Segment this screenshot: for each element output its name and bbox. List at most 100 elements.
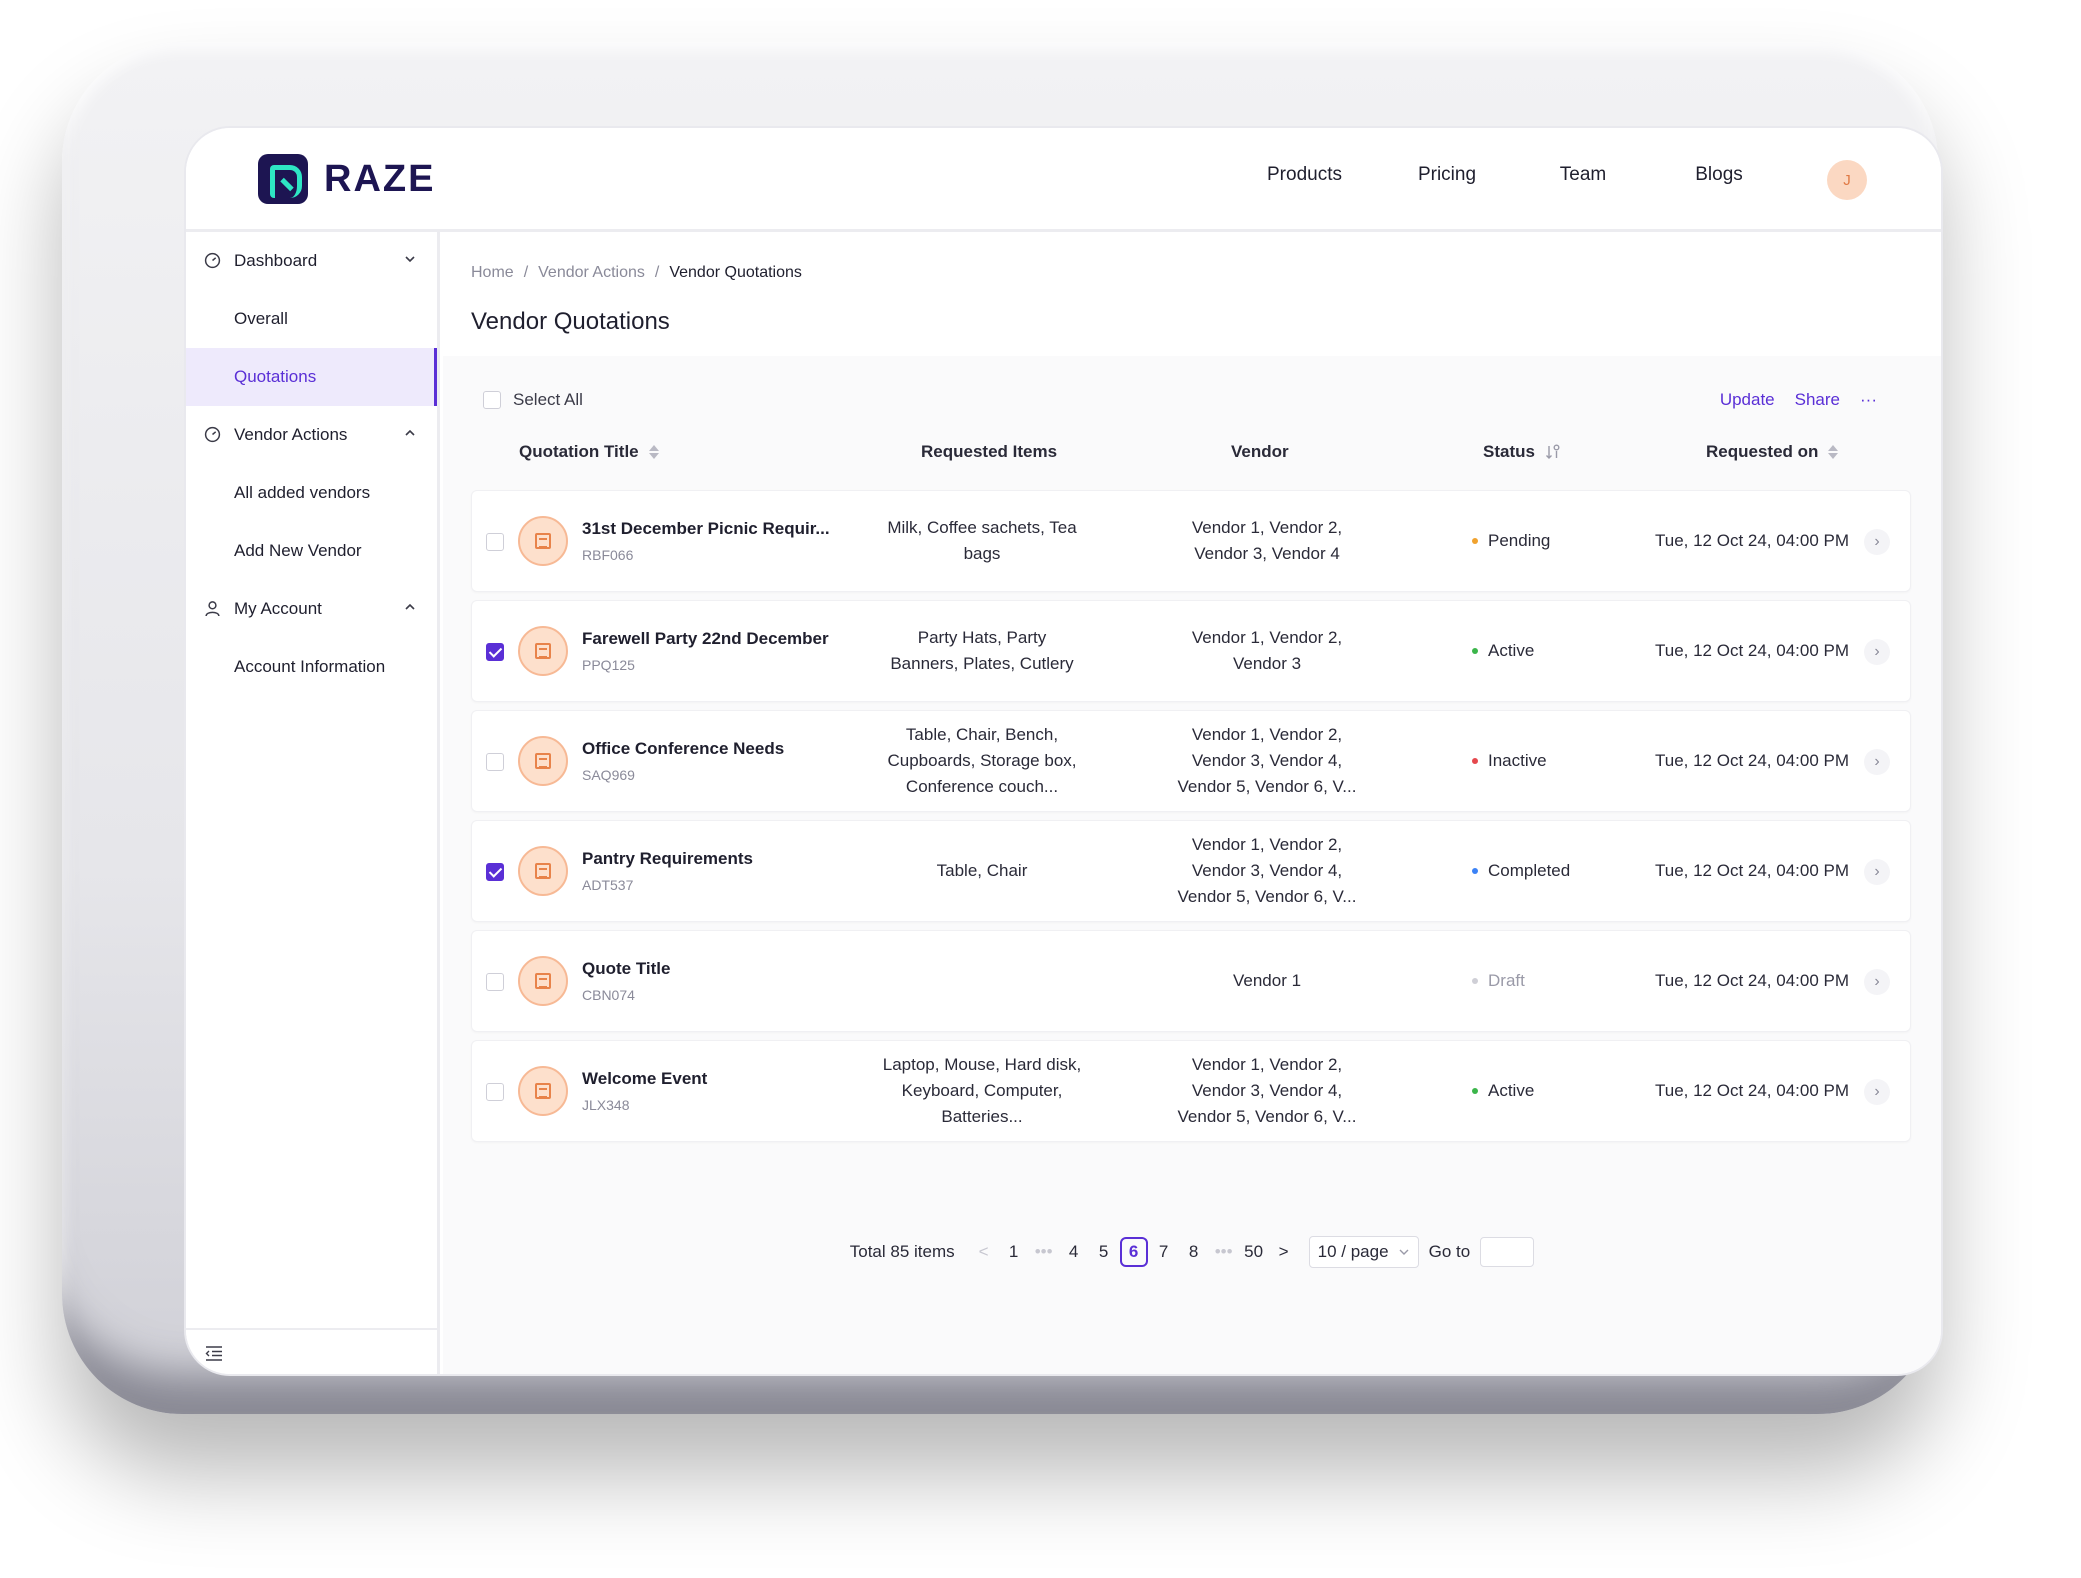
pagination-page[interactable]: 1 [1000, 1237, 1028, 1267]
requested-items-text: Table, Chair, Bench, Cupboards, Storage … [887, 725, 1077, 796]
goto-label: Go to [1428, 1242, 1471, 1261]
chevron-right-icon[interactable]: › [1864, 859, 1890, 885]
pagination-total: Total 85 items [849, 1242, 955, 1261]
sidebar-item-account-information[interactable]: Account Information [186, 638, 437, 696]
quotation-code: SAQ969 [582, 767, 635, 783]
sidebar-item-add-new-vendor[interactable]: Add New Vendor [186, 522, 437, 580]
status-badge: Active [1472, 601, 1632, 701]
chevron-up-icon[interactable] [403, 426, 417, 440]
pagination-page[interactable]: 8 [1180, 1237, 1208, 1267]
status-label: Active [1488, 1081, 1535, 1100]
breadcrumb-vendor-actions[interactable]: Vendor Actions [538, 264, 645, 282]
sidebar-item-label: Vendor Actions [234, 425, 348, 444]
row-checkbox[interactable] [486, 643, 504, 661]
quotation-avatar [518, 846, 568, 896]
row-checkbox[interactable] [486, 533, 504, 551]
table-row[interactable]: Welcome Event JLX348 Laptop, Mouse, Hard d… [471, 1040, 1911, 1142]
document-icon [535, 1083, 551, 1099]
column-header-title[interactable]: Quotation Title [519, 442, 659, 462]
sidebar: Dashboard Overall Quotations Vendor Acti… [186, 232, 440, 1374]
user-avatar[interactable]: J [1827, 160, 1867, 200]
pagination-next-button[interactable]: > [1270, 1237, 1298, 1267]
row-checkbox[interactable] [486, 1083, 504, 1101]
vendor-list: Vendor 1, Vendor 2, Vendor 3, Vendor 4, … [1132, 1041, 1402, 1141]
column-header-status[interactable]: Status [1483, 442, 1561, 462]
vendor-list: Vendor 1 [1132, 931, 1402, 1031]
pagination-page[interactable]: 50 [1240, 1237, 1268, 1267]
quotation-avatar [518, 516, 568, 566]
sidebar-item-vendor-actions[interactable]: Vendor Actions [186, 406, 437, 464]
sidebar-item-quotations[interactable]: Quotations [186, 348, 437, 406]
status-badge: Completed [1472, 821, 1632, 921]
sidebar-item-label: Account Information [234, 657, 386, 676]
column-header-date[interactable]: Requested on [1706, 442, 1839, 462]
chevron-right-icon[interactable]: › [1864, 639, 1890, 665]
logo-icon [258, 154, 308, 204]
pagination-pages: 1 ••• 4 5 6 7 8 ••• 50 [999, 1237, 1269, 1267]
table-row[interactable]: 31st December Picnic Requir... RBF066 Milk… [471, 490, 1911, 592]
vendor-list: Vendor 1, Vendor 2, Vendor 3, Vendor 4 [1132, 491, 1402, 591]
table-row[interactable]: Farewell Party 22nd December PPQ125 Party … [471, 600, 1911, 702]
chevron-right-icon[interactable]: › [1864, 1079, 1890, 1105]
page-size-select[interactable]: 10 / page [1308, 1236, 1419, 1268]
select-all-checkbox[interactable] [483, 391, 501, 409]
status-label: Active [1488, 641, 1535, 660]
page-header: Home / Vendor Actions / Vendor Quotation… [443, 232, 1941, 356]
status-dot [1472, 868, 1478, 874]
pagination-page[interactable]: 4 [1060, 1237, 1088, 1267]
quotation-avatar [518, 736, 568, 786]
sidebar-item-dashboard[interactable]: Dashboard [186, 232, 437, 290]
update-button[interactable]: Update [1720, 390, 1775, 410]
quotation-title: Farewell Party 22nd December [582, 629, 829, 648]
chevron-right-icon[interactable]: › [1864, 749, 1890, 775]
sort-icon[interactable] [1828, 445, 1839, 459]
chevron-up-icon[interactable] [403, 600, 417, 614]
sidebar-item-my-account[interactable]: My Account [186, 580, 437, 638]
vendor-list: Vendor 1, Vendor 2, Vendor 3, Vendor 4, … [1132, 711, 1402, 811]
vendor-list-text: Vendor 1, Vendor 2, Vendor 3, Vendor 4, … [1177, 1055, 1357, 1126]
breadcrumb-home[interactable]: Home [471, 264, 514, 282]
brand-logo[interactable]: RAZE [258, 154, 435, 204]
nav-pricing[interactable]: Pricing [1379, 164, 1515, 186]
row-checkbox[interactable] [486, 973, 504, 991]
quotation-avatar [518, 1066, 568, 1116]
pagination-ellipsis[interactable]: ••• [1210, 1237, 1238, 1267]
pagination-prev-button[interactable]: < [970, 1237, 998, 1267]
chevron-right-icon[interactable]: › [1864, 969, 1890, 995]
sort-icon[interactable] [648, 445, 659, 459]
quotation-code: JLX348 [582, 1097, 630, 1113]
filter-sort-icon[interactable] [1545, 443, 1561, 461]
table-header: Quotation Title Requested Items Vendor S… [471, 432, 1911, 472]
status-dot [1472, 1088, 1478, 1094]
table-row[interactable]: Office Conference Needs SAQ969 Table, Chai… [471, 710, 1911, 812]
select-all[interactable]: Select All [483, 390, 583, 410]
goto-page-input[interactable] [1480, 1237, 1535, 1267]
row-checkbox[interactable] [486, 863, 504, 881]
nav-products[interactable]: Products [1267, 164, 1379, 186]
table-row[interactable]: Pantry Requirements ADT537 Table, Chair Ven… [471, 820, 1911, 922]
pagination-page[interactable]: 7 [1150, 1237, 1178, 1267]
pagination-page[interactable]: 6 [1119, 1237, 1148, 1267]
sidebar-item-overall[interactable]: Overall [186, 290, 437, 348]
nav-team[interactable]: Team [1515, 164, 1651, 186]
chevron-right-icon[interactable]: › [1864, 529, 1890, 555]
document-icon [535, 753, 551, 769]
row-checkbox[interactable] [486, 753, 504, 771]
table-row[interactable]: Quote Title CBN074 Vendor 1 Draft Tue, 12 Oc… [471, 930, 1911, 1032]
nav-blogs[interactable]: Blogs [1651, 164, 1787, 186]
sidebar-item-label: Overall [234, 309, 288, 328]
chevron-down-icon[interactable] [403, 252, 417, 266]
quotation-title: 31st December Picnic Requir... [582, 519, 830, 538]
column-header-label: Requested on [1706, 442, 1819, 461]
requested-date: Tue, 12 Oct 24, 04:00 PM [1632, 601, 1872, 701]
pagination-page[interactable]: 5 [1090, 1237, 1118, 1267]
share-button[interactable]: Share [1795, 390, 1840, 410]
requested-date: Tue, 12 Oct 24, 04:00 PM [1632, 931, 1872, 1031]
sidebar-item-all-added-vendors[interactable]: All added vendors [186, 464, 437, 522]
status-dot [1472, 758, 1478, 764]
status-label: Pending [1488, 531, 1551, 550]
more-options-button[interactable]: ··· [1860, 390, 1877, 410]
pagination-ellipsis[interactable]: ••• [1030, 1237, 1058, 1267]
brand-name: RAZE [324, 157, 436, 200]
collapse-menu-icon[interactable] [204, 1344, 224, 1362]
